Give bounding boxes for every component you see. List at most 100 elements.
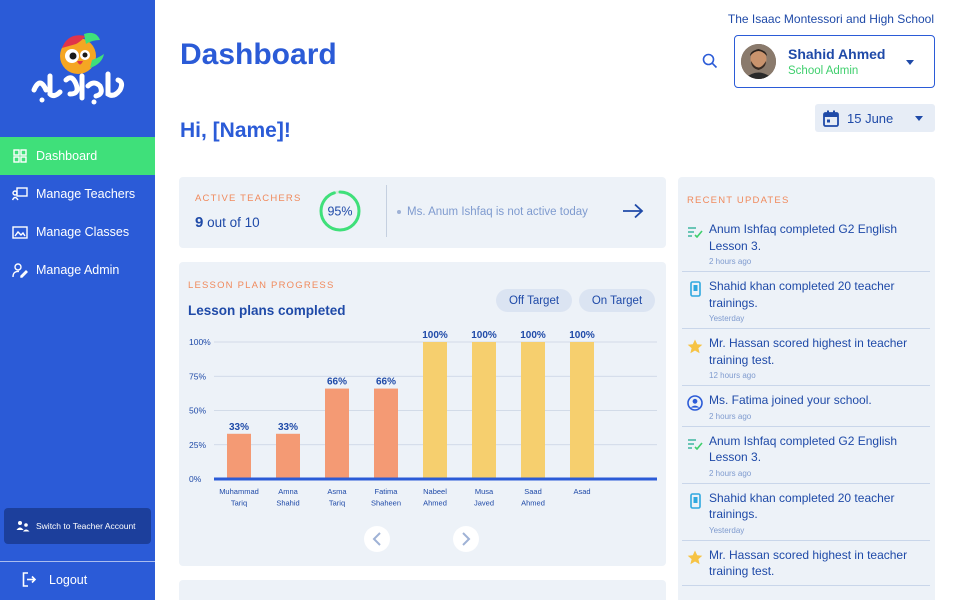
recent-updates-label: RECENT UPDATES (687, 195, 790, 206)
sidebar-item-label: Manage Classes (36, 225, 130, 239)
bar-value-label: 66% (327, 377, 347, 388)
update-text: Shahid khan completed 20 teacher trainin… (709, 279, 895, 310)
active-percent-ring: 95% (318, 189, 362, 233)
active-count-suffix: out of 10 (203, 215, 260, 230)
y-tick-label: 0% (189, 474, 202, 484)
bar (521, 342, 545, 479)
update-text: Ms. Fatima joined your school. (709, 393, 872, 407)
sidebar-item-label: Manage Admin (36, 263, 120, 277)
list-item[interactable]: Mr. Hassan scored highest in teacher tra… (682, 541, 930, 586)
x-tick-label: Tariq (231, 499, 247, 508)
mobile-icon (687, 281, 703, 297)
x-tick-label: Muhammad (219, 487, 259, 496)
chevron-down-icon (906, 60, 914, 65)
list-item[interactable]: Shahid khan completed 20 teacher trainin… (682, 272, 930, 329)
switch-users-icon (16, 520, 30, 532)
list-item[interactable]: Ms. Fatima joined your school. 2 hours ag… (682, 386, 930, 427)
calendar-icon (823, 110, 839, 127)
lesson-plan-title: Lesson plans completed (188, 303, 346, 318)
update-text: Mr. Hassan scored highest in teacher tra… (709, 547, 908, 579)
profile-dropdown[interactable]: Shahid Ahmed School Admin (734, 35, 935, 88)
teacher-board-icon (12, 186, 28, 202)
sidebar: تعلیم آباد Dashboard Manage Teachers Man… (0, 0, 155, 600)
x-tick-label: Musa (475, 487, 494, 496)
page-title: Dashboard (180, 38, 337, 71)
sidebar-divider (0, 561, 155, 562)
bottom-card (179, 580, 666, 600)
bar-value-label: 33% (229, 422, 249, 433)
inactive-note-text: Ms. Anum Ishfaq is not active today (407, 206, 588, 218)
update-time: Yesterday (709, 314, 745, 323)
update-time: Yesterday (709, 525, 745, 535)
switch-account-button[interactable]: Switch to Teacher Account (4, 508, 151, 544)
chevron-right-icon (462, 532, 471, 546)
list-item[interactable]: Shahid khan completed 20 teacher trainin… (682, 484, 930, 541)
sidebar-item-dashboard[interactable]: Dashboard (0, 137, 155, 175)
app-logo[interactable]: تعلیم آباد (28, 28, 132, 108)
y-tick-label: 75% (189, 371, 206, 381)
x-tick-label: Nabeel (423, 487, 447, 496)
sidebar-item-manage-admin[interactable]: Manage Admin (0, 251, 155, 289)
off-target-toggle[interactable]: Off Target (496, 289, 572, 312)
star-icon (687, 338, 703, 354)
profile-role: School Admin (788, 65, 859, 77)
chevron-down-icon (915, 116, 923, 121)
grid-icon (12, 148, 28, 164)
arrow-right-icon[interactable] (622, 203, 644, 224)
user-edit-icon (12, 262, 28, 278)
logout-label: Logout (49, 572, 88, 587)
update-time: 2 hours ago (709, 468, 752, 478)
bar-value-label: 33% (278, 422, 298, 433)
profile-name: Shahid Ahmed (788, 46, 886, 62)
star-icon (687, 550, 703, 566)
sidebar-item-manage-classes[interactable]: Manage Classes (0, 213, 155, 251)
school-name: The Isaac Montessori and High School (727, 12, 934, 26)
active-teachers-card: ACTIVE TEACHERS 9 out of 10 95% Ms. Anum… (179, 177, 666, 248)
x-tick-label: Ahmed (521, 499, 545, 508)
greeting: Hi, [Name]! (180, 119, 291, 142)
list-item[interactable]: Anum Ishfaq completed G2 English Lesson … (682, 427, 930, 484)
lesson-plan-card: 0% 25% 50% 75% 100% 33% Muhammad Tariq 33% Amna Sh… (179, 262, 666, 566)
x-tick-label: Fatima (375, 487, 399, 496)
update-text: Anum Ishfaq completed G2 English Lesson … (709, 433, 898, 465)
switch-account-label: Switch to Teacher Account (36, 521, 136, 531)
y-tick-label: 25% (189, 440, 206, 450)
on-target-toggle[interactable]: On Target (579, 289, 655, 312)
update-text: Shahid khan completed 20 teacher trainin… (709, 490, 895, 522)
chevron-left-icon (372, 532, 381, 546)
user-circle-icon (687, 395, 703, 411)
x-tick-label: Javed (474, 499, 494, 508)
logout-button[interactable]: Logout (22, 572, 87, 587)
active-teachers-label: ACTIVE TEACHERS (195, 193, 302, 204)
x-tick-label: Shahid (276, 499, 299, 508)
sidebar-item-manage-teachers[interactable]: Manage Teachers (0, 175, 155, 213)
bar (325, 388, 349, 479)
list-item[interactable]: Mr. Hassan scored highest in teacher tra… (682, 329, 930, 386)
sidebar-item-label: Dashboard (36, 149, 98, 163)
bar (227, 433, 251, 479)
bar (276, 433, 300, 479)
lesson-plan-label: LESSON PLAN PROGRESS (188, 280, 335, 291)
sidebar-nav: Dashboard Manage Teachers Manage Classes… (0, 137, 155, 289)
bar-value-label: 66% (376, 377, 396, 388)
logout-icon (22, 572, 37, 587)
chart-next-button[interactable] (453, 526, 479, 552)
y-tick-label: 100% (189, 337, 211, 347)
bar (472, 342, 496, 479)
recent-updates-card: RECENT UPDATES Anum Ishfaq completed G2 … (678, 177, 935, 600)
chart-prev-button[interactable] (364, 526, 390, 552)
logo-wordmark: تعلیم آباد (78, 105, 83, 107)
update-text: Mr. Hassan scored highest in teacher tra… (709, 336, 908, 367)
search-icon[interactable] (702, 53, 718, 74)
update-time: 2 hours ago (709, 411, 752, 421)
x-tick-label: Asad (573, 487, 590, 496)
bar (423, 342, 447, 479)
mobile-icon (687, 492, 703, 509)
date-value: 15 June (847, 110, 894, 126)
date-picker[interactable]: 15 June (815, 104, 935, 132)
sidebar-item-label: Manage Teachers (36, 187, 136, 201)
bar (570, 342, 594, 479)
list-item[interactable]: Anum Ishfaq completed G2 English Lesson … (682, 215, 930, 272)
checklist-icon (687, 436, 703, 452)
avatar (741, 44, 776, 79)
